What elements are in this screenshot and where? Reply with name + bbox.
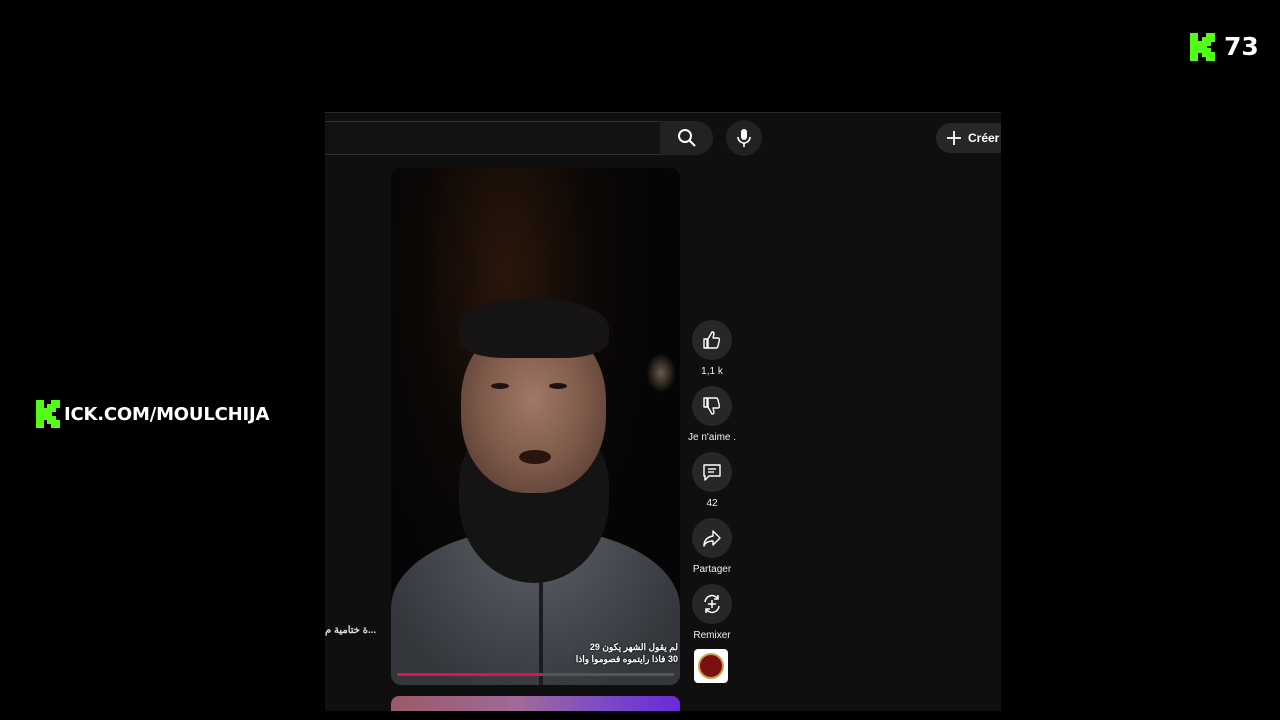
- dislike-action[interactable]: Je n'aime .: [688, 386, 736, 443]
- search-input[interactable]: [325, 121, 661, 155]
- create-label: Créer: [968, 131, 1000, 145]
- video-person-eye: [549, 383, 567, 389]
- video-progress-bar[interactable]: [397, 673, 674, 676]
- comment-action[interactable]: 42: [688, 452, 736, 509]
- remix-label: Remixer: [693, 630, 731, 641]
- video-person-mouth: [519, 450, 551, 464]
- next-short-preview[interactable]: [391, 696, 680, 711]
- dislike-button[interactable]: [692, 386, 732, 426]
- search-icon: [677, 129, 696, 147]
- video-progress-fill: [397, 673, 542, 676]
- plus-icon: [947, 131, 961, 145]
- channel-logo-icon: [698, 653, 724, 679]
- like-count: 1,1 k: [701, 366, 723, 377]
- remix-action[interactable]: Remixer: [688, 584, 736, 641]
- browser-capture: Créer ...ة ختامية م لم يقول الشهر يكون 2…: [325, 112, 1001, 711]
- kick-logo-icon: [1190, 33, 1215, 61]
- share-label: Partager: [692, 564, 732, 575]
- jacket-zipper: [539, 568, 543, 685]
- channel-avatar[interactable]: [694, 649, 728, 683]
- video-caption-line: لم يقول الشهر يكون 29: [589, 642, 678, 652]
- like-button[interactable]: [692, 320, 732, 360]
- thumbs-down-icon: [703, 397, 721, 415]
- search-button[interactable]: [660, 121, 713, 155]
- short-video-player[interactable]: لم يقول الشهر يكون 29 30 فاذا رايتموه فص…: [391, 168, 680, 685]
- previous-short-title[interactable]: ...ة ختامية م: [325, 625, 376, 636]
- remix-icon: [704, 594, 720, 614]
- channel-url-text: ICK.COM/MOULCHIJA: [64, 403, 270, 425]
- comment-button[interactable]: [692, 452, 732, 492]
- video-caption-line: 30 فاذا رايتموه فصوموا واذا: [575, 654, 678, 664]
- dislike-label: Je n'aime .: [688, 432, 737, 443]
- voice-search-button[interactable]: [726, 120, 762, 156]
- microphone-icon: [737, 129, 751, 147]
- comment-icon: [703, 464, 721, 481]
- channel-url-overlay: ICK.COM/MOULCHIJA: [35, 398, 269, 430]
- background-light: [646, 353, 676, 393]
- share-action[interactable]: Partager: [688, 518, 736, 575]
- video-person-eye: [491, 383, 509, 389]
- comment-count: 42: [706, 498, 718, 509]
- share-icon: [703, 530, 721, 547]
- kick-k-icon: [36, 400, 60, 428]
- viewer-count: 73: [1224, 32, 1259, 61]
- video-person-hair: [459, 298, 609, 358]
- create-button[interactable]: Créer: [936, 123, 1001, 153]
- share-button[interactable]: [692, 518, 732, 558]
- thumbs-up-icon: [703, 331, 721, 349]
- video-caption: لم يقول الشهر يكون 29 30 فاذا رايتموه فص…: [576, 641, 678, 665]
- stream-frame: 73 ICK.COM/MOULCHIJA Créer ...ة ختامية م…: [0, 0, 1280, 720]
- remix-button[interactable]: [692, 584, 732, 624]
- like-action[interactable]: 1,1 k: [688, 320, 736, 377]
